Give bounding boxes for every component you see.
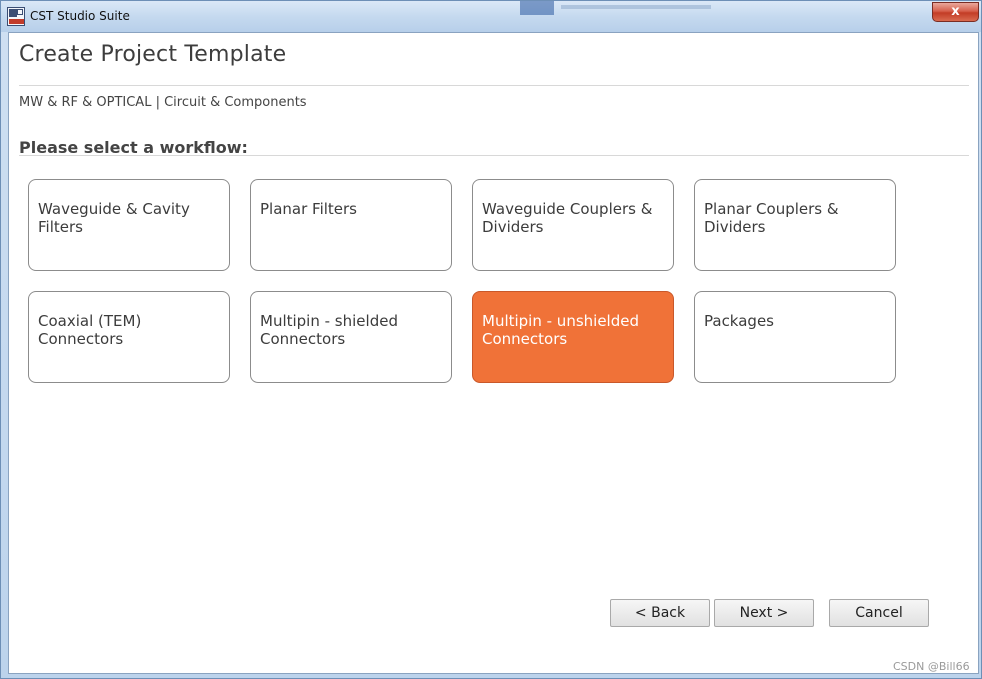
- background-window-fragment: [520, 1, 554, 15]
- title-bar[interactable]: CST Studio Suite x: [1, 1, 981, 32]
- workflow-tile-multipin-unshielded-connectors[interactable]: Multipin - unshielded Connectors: [472, 291, 674, 383]
- divider: [19, 155, 969, 156]
- workflow-tile-label: Waveguide Couplers & Dividers: [482, 200, 653, 236]
- workflow-tile-waveguide-cavity-filters[interactable]: Waveguide & Cavity Filters: [28, 179, 230, 271]
- cst-app-icon: [7, 7, 25, 26]
- workflow-tile-planar-couplers-dividers[interactable]: Planar Couplers & Dividers: [694, 179, 896, 271]
- workflow-tile-label: Multipin - shielded Connectors: [260, 312, 398, 348]
- workflow-tile-multipin-shielded-connectors[interactable]: Multipin - shielded Connectors: [250, 291, 452, 383]
- next-button[interactable]: Next >: [714, 599, 814, 627]
- cancel-button[interactable]: Cancel: [829, 599, 929, 627]
- divider: [19, 85, 969, 86]
- workflow-tile-label: Packages: [704, 312, 774, 330]
- workflow-tile-label: Waveguide & Cavity Filters: [38, 200, 190, 236]
- workflow-tile-label: Planar Filters: [260, 200, 358, 218]
- workflow-tile-packages[interactable]: Packages: [694, 291, 896, 383]
- application-window: CST Studio Suite x Create Project Templa…: [0, 0, 982, 679]
- workflow-tile-label: Coaxial (TEM) Connectors: [38, 312, 142, 348]
- workflow-tile-label: Planar Couplers & Dividers: [704, 200, 839, 236]
- close-icon: x: [951, 4, 960, 19]
- background-window-fragment: [561, 5, 711, 9]
- close-button[interactable]: x: [932, 2, 979, 22]
- back-button[interactable]: < Back: [610, 599, 710, 627]
- workflow-tile-coaxial-tem-connectors[interactable]: Coaxial (TEM) Connectors: [28, 291, 230, 383]
- workflow-tile-label: Multipin - unshielded Connectors: [482, 312, 639, 348]
- window-title: CST Studio Suite: [30, 9, 130, 23]
- dialog-content: Create Project Template MW & RF & OPTICA…: [8, 32, 979, 674]
- workflow-tile-waveguide-couplers-dividers[interactable]: Waveguide Couplers & Dividers: [472, 179, 674, 271]
- watermark: CSDN @Bill66: [893, 660, 970, 673]
- page-title: Create Project Template: [19, 42, 287, 67]
- breadcrumb: MW & RF & OPTICAL | Circuit & Components: [19, 95, 307, 110]
- workflow-tile-planar-filters[interactable]: Planar Filters: [250, 179, 452, 271]
